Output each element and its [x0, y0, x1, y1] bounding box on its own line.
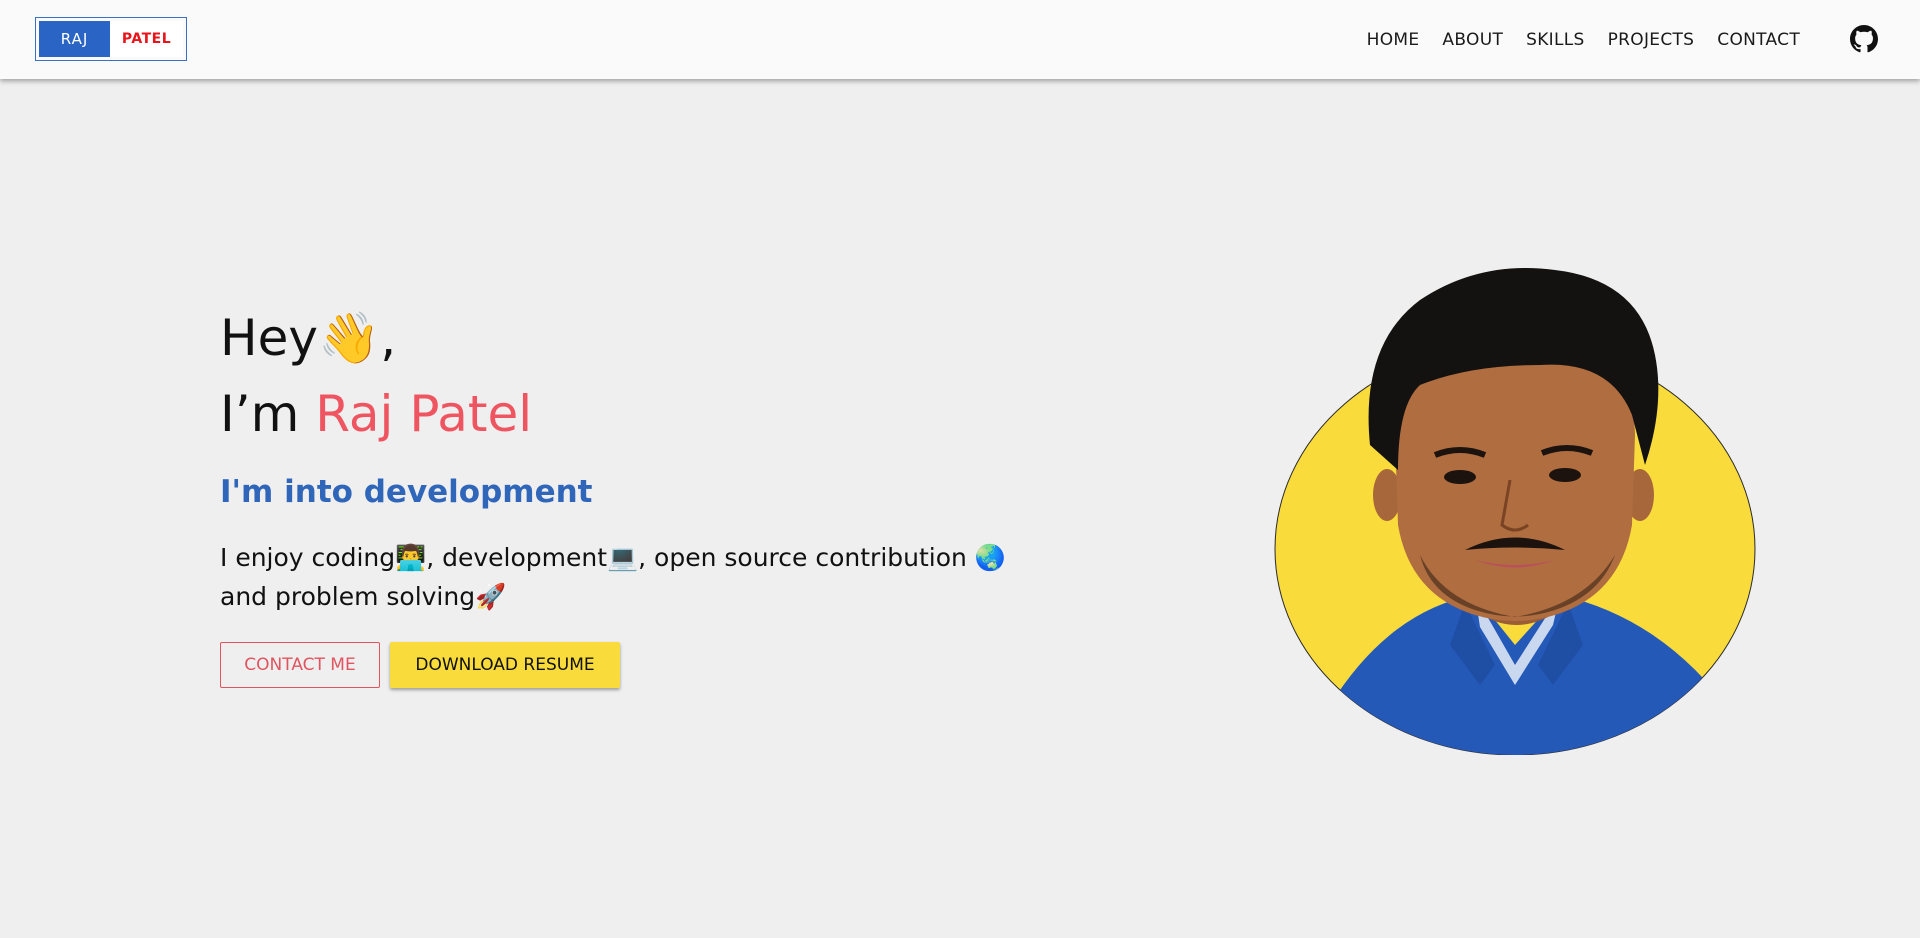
hero-tagline: I'm into development — [220, 474, 593, 510]
nav-projects[interactable]: PROJECTS — [1608, 30, 1695, 50]
logo-first-name: RAJ — [39, 21, 110, 57]
logo[interactable]: RAJ PATEL — [35, 17, 187, 61]
waving-hand-icon: 👋 — [317, 309, 381, 367]
hero-description: I enjoy coding👨‍💻, development💻, open so… — [220, 543, 1006, 611]
hero-name: Raj Patel — [315, 385, 533, 443]
profile-photo — [1274, 268, 1756, 755]
github-icon[interactable] — [1850, 25, 1878, 53]
greeting-line: Hey👋, — [220, 300, 1040, 376]
site-header: RAJ PATEL HOME ABOUT SKILLS PROJECTS CON… — [0, 0, 1920, 79]
hero-section: Hey👋, I’m Raj Patel I'm into development… — [220, 300, 1040, 688]
greeting-text: Hey — [220, 309, 318, 367]
logo-last-name: PATEL — [110, 21, 183, 57]
intro-line: I’m Raj Patel — [220, 376, 1040, 452]
intro-prefix: I’m — [220, 385, 316, 443]
nav-skills[interactable]: SKILLS — [1526, 30, 1585, 50]
main-nav: HOME ABOUT SKILLS PROJECTS CONTACT — [1367, 0, 1800, 79]
nav-contact[interactable]: CONTACT — [1717, 30, 1800, 50]
greeting-comma: , — [380, 309, 397, 367]
hero-buttons: CONTACT ME DOWNLOAD RESUME — [220, 642, 1040, 688]
contact-me-button[interactable]: CONTACT ME — [220, 642, 380, 688]
download-resume-button[interactable]: DOWNLOAD RESUME — [390, 642, 620, 688]
nav-about[interactable]: ABOUT — [1442, 30, 1503, 50]
nav-home[interactable]: HOME — [1367, 30, 1420, 50]
